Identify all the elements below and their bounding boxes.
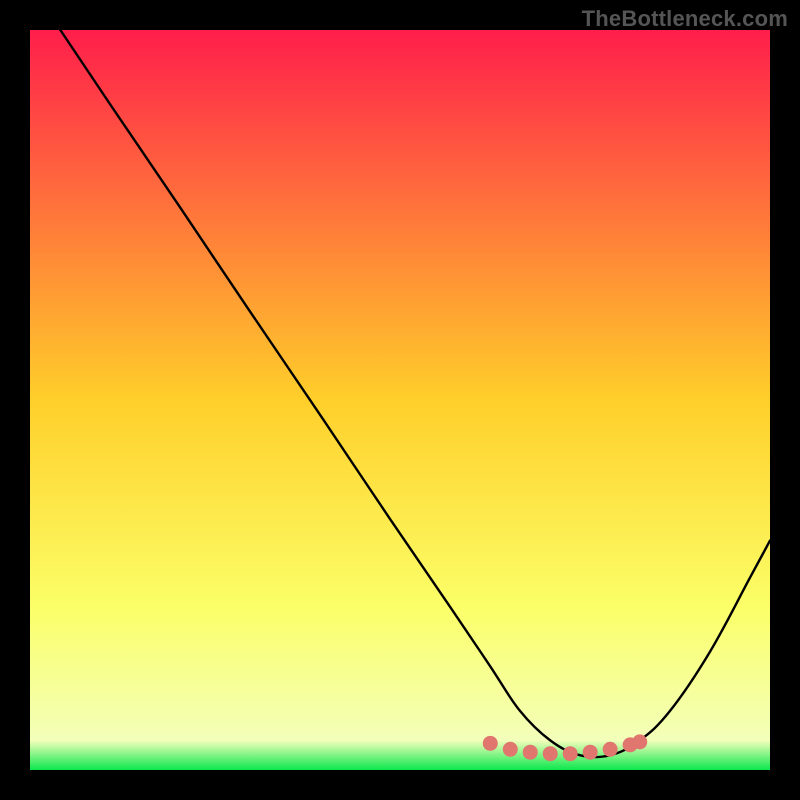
- chart-svg: [30, 30, 770, 770]
- sweet-spot-dot: [563, 746, 578, 761]
- sweet-spot-dot: [603, 742, 618, 757]
- sweet-spot-dot: [632, 734, 647, 749]
- sweet-spot-dot: [543, 746, 558, 761]
- sweet-spot-dot: [503, 742, 518, 757]
- sweet-spot-dot: [583, 745, 598, 760]
- plot-area: [30, 30, 770, 770]
- gradient-background: [30, 30, 770, 770]
- watermark-text: TheBottleneck.com: [582, 6, 788, 32]
- chart-container: TheBottleneck.com: [0, 0, 800, 800]
- sweet-spot-dot: [523, 745, 538, 760]
- sweet-spot-dot: [483, 736, 498, 751]
